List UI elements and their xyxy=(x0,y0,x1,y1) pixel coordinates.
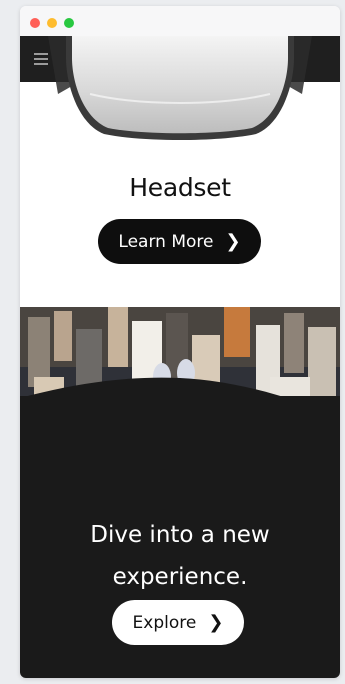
explore-button[interactable]: Explore ❯ xyxy=(112,600,244,645)
product-title: Headset xyxy=(129,173,231,202)
minimize-window-button[interactable] xyxy=(47,18,57,28)
explore-label: Explore xyxy=(132,612,197,633)
chevron-right-icon: ❯ xyxy=(208,612,224,633)
hero-heading-line2: experience. xyxy=(112,564,248,590)
chevron-right-icon: ❯ xyxy=(225,231,241,252)
learn-more-label: Learn More xyxy=(118,231,214,252)
site-header: F/VAR xyxy=(20,36,340,82)
hero-heading-line1: Dive into a new xyxy=(90,522,270,548)
browser-window: F/VAR Headset Learn More ❯ Dive into a n… xyxy=(20,6,340,678)
learn-more-button[interactable]: Learn More ❯ xyxy=(98,219,261,264)
site-logo[interactable]: F/VAR xyxy=(20,44,340,66)
close-window-button[interactable] xyxy=(30,18,40,28)
page-viewport: F/VAR Headset Learn More ❯ Dive into a n… xyxy=(20,36,340,678)
hero-heading: Dive into a new experience. xyxy=(20,514,340,598)
maximize-window-button[interactable] xyxy=(64,18,74,28)
window-titlebar xyxy=(20,6,340,36)
